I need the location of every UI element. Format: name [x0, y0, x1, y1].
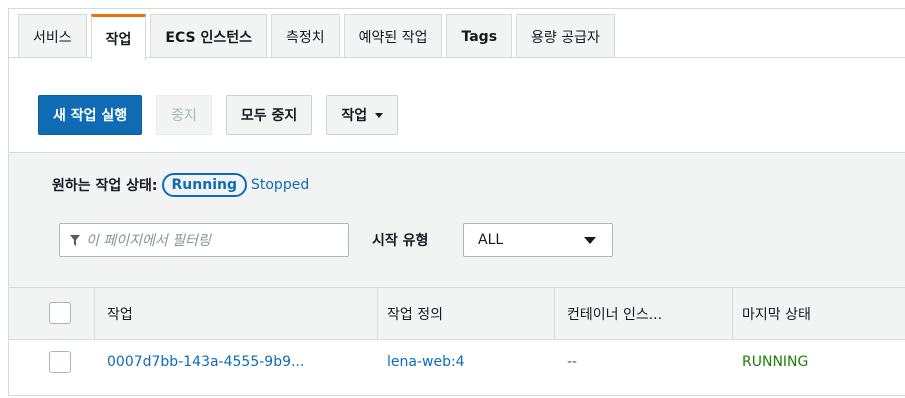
tab-label: ECS 인스턴스 — [165, 29, 252, 46]
filter-icon — [70, 234, 80, 246]
desired-status-label: 원하는 작업 상태: — [52, 178, 158, 194]
tab-metrics[interactable]: 측정치 — [270, 14, 340, 58]
tab-label: 용량 공급자 — [531, 29, 600, 46]
column-header-task-definition[interactable]: 작업 정의 — [387, 288, 443, 339]
tab-scheduled-tasks[interactable]: 예약된 작업 — [343, 14, 443, 58]
launch-type-value: ALL — [478, 232, 504, 248]
row-checkbox[interactable] — [49, 351, 71, 373]
filter-placeholder: 이 페이지에서 필터링 — [86, 233, 211, 249]
stop-button[interactable]: 중지 — [156, 95, 212, 135]
table-header: 작업 작업 정의 컨테이너 인스... 마지막 상태 — [9, 287, 905, 339]
tab-ecs-instances[interactable]: ECS 인스턴스 — [150, 14, 267, 58]
tab-label: 측정치 — [285, 29, 325, 46]
actions-dropdown-button[interactable]: 작업 — [326, 95, 399, 135]
column-divider — [94, 288, 95, 339]
filter-input[interactable]: 이 페이지에서 필터링 — [59, 223, 349, 257]
column-header-container-instance[interactable]: 컨테이너 인스... — [567, 288, 662, 339]
tab-label: 작업 — [105, 31, 132, 48]
tab-tags[interactable]: Tags — [446, 14, 513, 58]
run-new-task-button[interactable]: 새 작업 실행 — [38, 95, 143, 135]
stop-label: 중지 — [171, 108, 197, 124]
column-header-last-status[interactable]: 마지막 상태 — [742, 288, 811, 339]
desired-status-filter: 원하는 작업 상태: Running Stopped — [52, 170, 309, 200]
task-toolbar: 새 작업 실행 중지 모두 중지 작업 — [38, 95, 412, 135]
stop-all-label: 모두 중지 — [240, 108, 298, 124]
tab-services[interactable]: 서비스 — [18, 14, 87, 58]
column-divider — [732, 288, 733, 339]
tab-label: 예약된 작업 — [358, 29, 428, 46]
launch-type-select[interactable]: ALL — [463, 223, 613, 257]
tab-capacity-providers[interactable]: 용량 공급자 — [516, 14, 615, 58]
task-definition-link[interactable]: lena-web:4 — [387, 340, 465, 384]
status-running-toggle[interactable]: Running — [161, 173, 247, 197]
run-new-task-label: 새 작업 실행 — [53, 108, 128, 124]
task-id-link[interactable]: 0007d7bb-143a-4555-9b9... — [107, 340, 304, 384]
column-divider — [554, 288, 555, 339]
dropdown-arrow-icon — [584, 236, 596, 244]
actions-label: 작업 — [341, 108, 368, 124]
stop-all-button[interactable]: 모두 중지 — [225, 95, 313, 135]
tab-label: 서비스 — [33, 29, 72, 46]
container-instance-value: -- — [567, 354, 578, 370]
tab-tasks[interactable]: 작업 — [90, 14, 147, 60]
column-divider — [377, 288, 378, 339]
launch-type-label: 시작 유형 — [372, 233, 429, 249]
column-header-task[interactable]: 작업 — [107, 288, 133, 339]
tab-bar: 서비스 작업 ECS 인스턴스 측정치 예약된 작업 Tags 용량 공급자 — [18, 14, 619, 60]
tab-label: Tags — [461, 28, 498, 45]
table-row: 0007d7bb-143a-4555-9b9... lena-web:4 -- … — [9, 339, 905, 384]
last-status-value: RUNNING — [742, 354, 809, 370]
caret-down-icon — [375, 112, 384, 118]
status-stopped-link[interactable]: Stopped — [251, 177, 309, 193]
select-all-checkbox[interactable] — [49, 302, 71, 324]
